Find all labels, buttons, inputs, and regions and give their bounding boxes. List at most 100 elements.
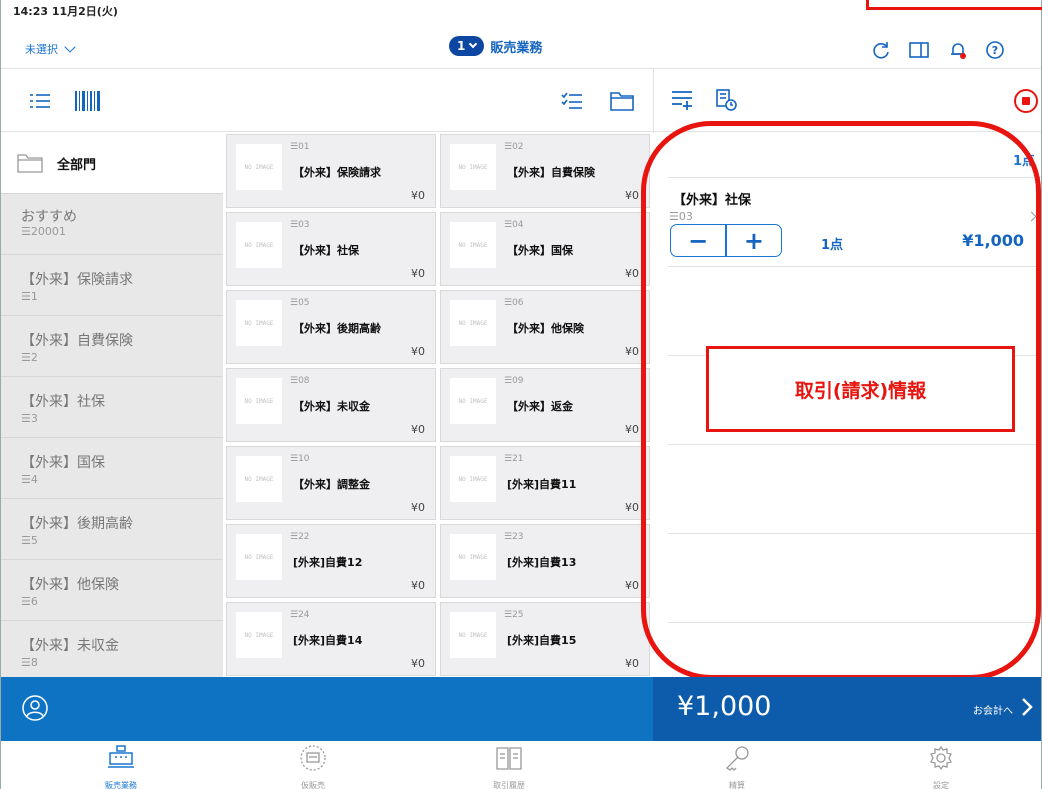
product-tile[interactable]: NO IMAGE ☰04 【外来】国保 ¥0 — [440, 212, 650, 286]
product-tile[interactable]: NO IMAGE ☰23 [外来]自費13 ¥0 — [440, 524, 650, 598]
sidebar-item-code: ☰6 — [21, 595, 38, 608]
add-note-icon[interactable] — [671, 89, 693, 115]
product-thumbnail: NO IMAGE — [236, 612, 282, 658]
tab-settlement[interactable]: 精算 — [677, 745, 797, 789]
stop-record-icon[interactable] — [1013, 88, 1039, 118]
toolbar-separator — [653, 69, 654, 133]
refresh-icon[interactable] — [870, 39, 892, 61]
sidebar-item-code: ☰4 — [21, 473, 38, 486]
checkout-label: お会計へ — [973, 705, 1013, 717]
sidebar-item-code: ☰8 — [21, 656, 38, 669]
sidebar-item-label: 【外来】自費保険 — [21, 333, 133, 349]
sidebar-item-social-insurance[interactable]: 【外来】社保 ☰3 — [1, 376, 223, 437]
product-code: ☰08 — [290, 376, 310, 386]
split-view-icon[interactable] — [908, 39, 930, 61]
product-price: ¥0 — [411, 501, 425, 514]
product-name: [外来]自費12 — [293, 556, 363, 569]
product-code: ☰01 — [290, 142, 310, 152]
tab-label: 精算 — [729, 781, 745, 789]
register-badge[interactable]: 1 — [449, 36, 485, 56]
product-tile[interactable]: NO IMAGE ☰25 [外来]自費15 ¥0 — [440, 602, 650, 676]
product-tile[interactable]: NO IMAGE ☰01 【外来】保険請求 ¥0 — [226, 134, 436, 208]
product-thumbnail: NO IMAGE — [450, 222, 496, 268]
product-thumbnail: NO IMAGE — [450, 456, 496, 502]
checkout-button[interactable]: お会計へ — [973, 697, 1033, 721]
product-tile[interactable]: NO IMAGE ☰02 【外来】自費保険 ¥0 — [440, 134, 650, 208]
checklist-icon[interactable] — [561, 91, 583, 115]
sidebar-item-all-departments[interactable]: 全部門 — [1, 133, 223, 193]
product-tile[interactable]: NO IMAGE ☰05 【外来】後期高齢 ¥0 — [226, 290, 436, 364]
product-tile[interactable]: NO IMAGE ☰06 【外来】他保険 ¥0 — [440, 290, 650, 364]
sidebar-item-code: ☰3 — [21, 412, 38, 425]
product-code: ☰25 — [504, 610, 524, 620]
tab-settings[interactable]: 設定 — [881, 745, 1001, 789]
product-code: ☰06 — [504, 298, 524, 308]
help-icon[interactable]: ? — [984, 39, 1006, 61]
product-tile[interactable]: NO IMAGE ☰24 [外来]自費14 ¥0 — [226, 602, 436, 676]
settings-icon — [927, 745, 955, 775]
product-name: 【外来】自費保険 — [507, 166, 595, 179]
product-code: ☰03 — [290, 220, 310, 230]
product-name: 【外来】調整金 — [293, 478, 370, 491]
product-tile[interactable]: NO IMAGE ☰22 [外来]自費12 ¥0 — [226, 524, 436, 598]
checkout-bar[interactable]: ¥1,000 お会計へ — [653, 677, 1041, 741]
annotation-label-box: 取引(請求)情報 — [706, 346, 1015, 432]
product-tile[interactable]: NO IMAGE ☰09 【外来】返金 ¥0 — [440, 368, 650, 442]
sidebar-item-label: 【外来】未収金 — [21, 638, 119, 654]
sidebar-item-unpaid[interactable]: 【外来】未収金 ☰8 — [1, 620, 223, 677]
sidebar-item-code: ☰20001 — [21, 225, 66, 238]
product-tile[interactable]: NO IMAGE ☰21 [外来]自費11 ¥0 — [440, 446, 650, 520]
tab-sales[interactable]: 販売業務 — [61, 745, 181, 789]
sidebar-item-label: 【外来】後期高齢 — [21, 516, 133, 532]
temp-sale-icon — [299, 745, 327, 775]
folder-icon[interactable] — [610, 90, 634, 116]
sidebar-item-label: 全部門 — [57, 157, 97, 173]
tab-label: 仮販売 — [301, 781, 325, 789]
customer-icon[interactable] — [21, 694, 49, 726]
sidebar-item-self-pay-insurance[interactable]: 【外来】自費保険 ☰2 — [1, 315, 223, 376]
sidebar-item-label: 【外来】他保険 — [21, 577, 119, 593]
tab-temp-sale[interactable]: 仮販売 — [253, 745, 373, 789]
product-name: [外来]自費11 — [507, 478, 577, 491]
product-thumbnail: NO IMAGE — [236, 300, 282, 346]
product-price: ¥0 — [411, 423, 425, 436]
product-tile[interactable]: NO IMAGE ☰08 【外来】未収金 ¥0 — [226, 368, 436, 442]
product-tile[interactable]: NO IMAGE ☰10 【外来】調整金 ¥0 — [226, 446, 436, 520]
product-thumbnail: NO IMAGE — [236, 222, 282, 268]
product-code: ☰10 — [290, 454, 310, 464]
key-icon — [723, 745, 751, 775]
list-view-icon[interactable] — [29, 91, 51, 115]
product-thumbnail: NO IMAGE — [450, 534, 496, 580]
tab-history[interactable]: 取引履歴 — [449, 745, 569, 789]
product-tile[interactable]: NO IMAGE ☰03 【外来】社保 ¥0 — [226, 212, 436, 286]
page-title: 販売業務 — [490, 40, 543, 56]
folder-icon — [17, 153, 43, 173]
product-price: ¥0 — [625, 657, 639, 670]
history-icon — [495, 745, 523, 775]
chevron-right-icon — [1021, 697, 1033, 721]
annotation-label: 取引(請求)情報 — [794, 379, 927, 402]
sidebar-item-late-elderly[interactable]: 【外来】後期高齢 ☰5 — [1, 498, 223, 559]
register-icon — [107, 745, 135, 775]
product-code: ☰04 — [504, 220, 524, 230]
register-switcher[interactable]: 1 販売業務 — [449, 36, 542, 56]
sidebar-item-other-insurance[interactable]: 【外来】他保険 ☰6 — [1, 559, 223, 620]
sidebar-item-national-insurance[interactable]: 【外来】国保 ☰4 — [1, 437, 223, 498]
sidebar-item-recommended[interactable]: おすすめ ☰20001 — [1, 193, 223, 254]
bell-icon[interactable] — [947, 39, 969, 61]
tab-label: 販売業務 — [105, 781, 137, 789]
tab-label: 設定 — [933, 781, 949, 789]
product-name: 【外来】返金 — [507, 400, 573, 413]
sidebar-item-label: おすすめ — [21, 209, 77, 225]
product-grid: NO IMAGE ☰01 【外来】保険請求 ¥0 NO IMAGE ☰02 【外… — [223, 133, 652, 677]
product-code: ☰22 — [290, 532, 310, 542]
product-thumbnail: NO IMAGE — [236, 378, 282, 424]
receipt-history-icon[interactable] — [714, 88, 738, 116]
product-price: ¥0 — [411, 657, 425, 670]
barcode-icon[interactable] — [75, 91, 101, 115]
sidebar-item-insurance-claim[interactable]: 【外来】保険請求 ☰1 — [1, 254, 223, 315]
customer-select[interactable]: 未選択 — [25, 41, 76, 57]
product-price: ¥0 — [625, 189, 639, 202]
product-name: 【外来】未収金 — [293, 400, 370, 413]
product-price: ¥0 — [411, 189, 425, 202]
